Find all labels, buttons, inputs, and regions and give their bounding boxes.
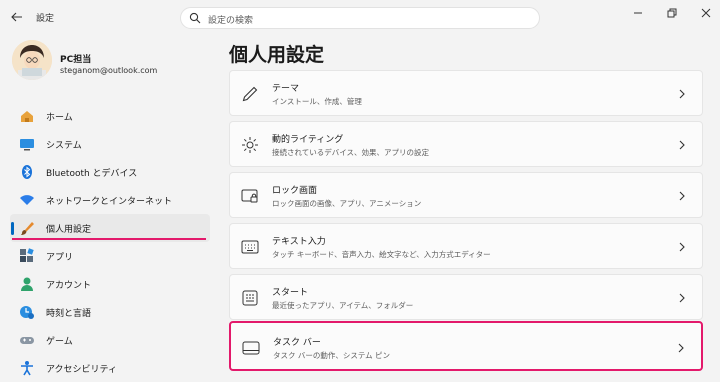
settings-card-taskbar[interactable]: タスク バー タスク バーの動作、システム ピン <box>229 321 703 371</box>
app-title: 設定 <box>36 14 55 24</box>
card-subtitle: ロック画面の画像、アプリ、アニメーション <box>272 199 422 208</box>
apps-icon <box>18 247 36 265</box>
sidebar-item-apps[interactable]: アプリ <box>10 242 210 270</box>
card-subtitle: タッチ キーボード、音声入力、絵文字など、入力方式エディター <box>272 250 491 259</box>
chevron-right-icon <box>676 291 688 305</box>
wifi-icon <box>18 191 36 209</box>
search-box[interactable]: 設定の検索 <box>180 7 540 29</box>
sidebar-item-label: 時刻と言語 <box>46 308 92 319</box>
settings-card-lock-screen[interactable]: ロック画面 ロック画面の画像、アプリ、アニメーション <box>229 172 703 218</box>
time-language-icon <box>18 303 36 321</box>
home-icon <box>18 107 36 125</box>
search-input[interactable]: 設定の検索 <box>208 13 253 26</box>
chevron-right-icon <box>676 138 688 152</box>
keyboard-icon <box>240 237 260 257</box>
chevron-right-icon <box>676 87 688 101</box>
chevron-right-icon <box>676 189 688 203</box>
lighting-icon <box>240 135 260 155</box>
chevron-right-icon <box>676 240 688 254</box>
card-title: テキスト入力 <box>272 237 326 247</box>
settings-card-start[interactable]: スタート 最近使ったアプリ、アイテム、フォルダー <box>229 274 703 320</box>
card-title: テーマ <box>272 84 300 94</box>
bluetooth-icon <box>18 163 36 181</box>
sidebar-item-accounts[interactable]: アカウント <box>10 270 210 298</box>
sidebar-item-time-language[interactable]: 時刻と言語 <box>10 298 210 326</box>
card-subtitle: 接続されているデバイス、効果、アプリの設定 <box>272 148 430 157</box>
sidebar-item-bluetooth[interactable]: Bluetooth とデバイス <box>10 158 210 186</box>
sidebar-item-label: 個人用設定 <box>46 224 92 235</box>
restore-icon <box>667 8 677 18</box>
sidebar-item-label: アカウント <box>46 280 92 291</box>
settings-card-themes[interactable]: テーマ インストール、作成、管理 <box>229 70 703 116</box>
avatar[interactable] <box>12 40 52 80</box>
sidebar-item-label: アクセシビリティ <box>46 364 118 375</box>
close-icon <box>701 8 711 18</box>
card-subtitle: インストール、作成、管理 <box>272 97 362 106</box>
sidebar-item-label: ゲーム <box>46 336 73 347</box>
sidebar-item-label: ネットワークとインターネット <box>46 196 173 207</box>
lock-screen-icon <box>240 186 260 206</box>
account-icon <box>18 275 36 293</box>
sidebar-item-label: Bluetooth とデバイス <box>46 168 138 179</box>
card-subtitle: タスク バーの動作、システム ピン <box>273 351 391 360</box>
close-button[interactable] <box>694 6 718 20</box>
selection-highlight-underline <box>12 238 206 240</box>
gamepad-icon <box>18 331 36 349</box>
sidebar-item-system[interactable]: システム <box>10 130 210 158</box>
card-subtitle: 最近使ったアプリ、アイテム、フォルダー <box>272 301 414 310</box>
sidebar-item-network[interactable]: ネットワークとインターネット <box>10 186 210 214</box>
back-button[interactable] <box>6 6 28 28</box>
minimize-icon <box>634 12 642 14</box>
chevron-right-icon <box>675 341 687 355</box>
brush-icon <box>18 219 36 237</box>
profile-email: steganom@outlook.com <box>60 66 158 75</box>
taskbar-icon <box>241 338 261 358</box>
maximize-button[interactable] <box>660 6 684 20</box>
card-title: スタート <box>272 288 309 298</box>
page-title: 個人用設定 <box>229 44 325 66</box>
pen-icon <box>240 84 260 104</box>
accessibility-icon <box>18 359 36 377</box>
system-icon <box>18 135 36 153</box>
settings-card-dynamic-lighting[interactable]: 動的ライティング 接続されているデバイス、効果、アプリの設定 <box>229 121 703 167</box>
minimize-button[interactable] <box>626 6 650 20</box>
profile-name: PC担当 <box>60 55 92 65</box>
settings-card-text-input[interactable]: テキスト入力 タッチ キーボード、音声入力、絵文字など、入力方式エディター <box>229 223 703 269</box>
avatar-image <box>12 40 52 80</box>
sidebar-item-label: ホーム <box>46 112 73 123</box>
search-icon <box>189 12 201 24</box>
start-icon <box>240 288 260 308</box>
card-title: 動的ライティング <box>272 135 344 145</box>
sidebar-item-label: アプリ <box>46 252 74 263</box>
sidebar-item-gaming[interactable]: ゲーム <box>10 326 210 354</box>
sidebar-item-accessibility[interactable]: アクセシビリティ <box>10 354 210 382</box>
sidebar-item-home[interactable]: ホーム <box>10 102 210 130</box>
sidebar-nav: ホーム システム Bluetooth とデバイス ネットワークとインターネット … <box>10 102 210 382</box>
back-arrow-icon <box>11 12 22 22</box>
card-title: タスク バー <box>273 338 321 348</box>
title-bar: 設定 設定の検索 <box>0 0 720 36</box>
sidebar-item-label: システム <box>46 140 82 151</box>
card-title: ロック画面 <box>272 186 318 196</box>
